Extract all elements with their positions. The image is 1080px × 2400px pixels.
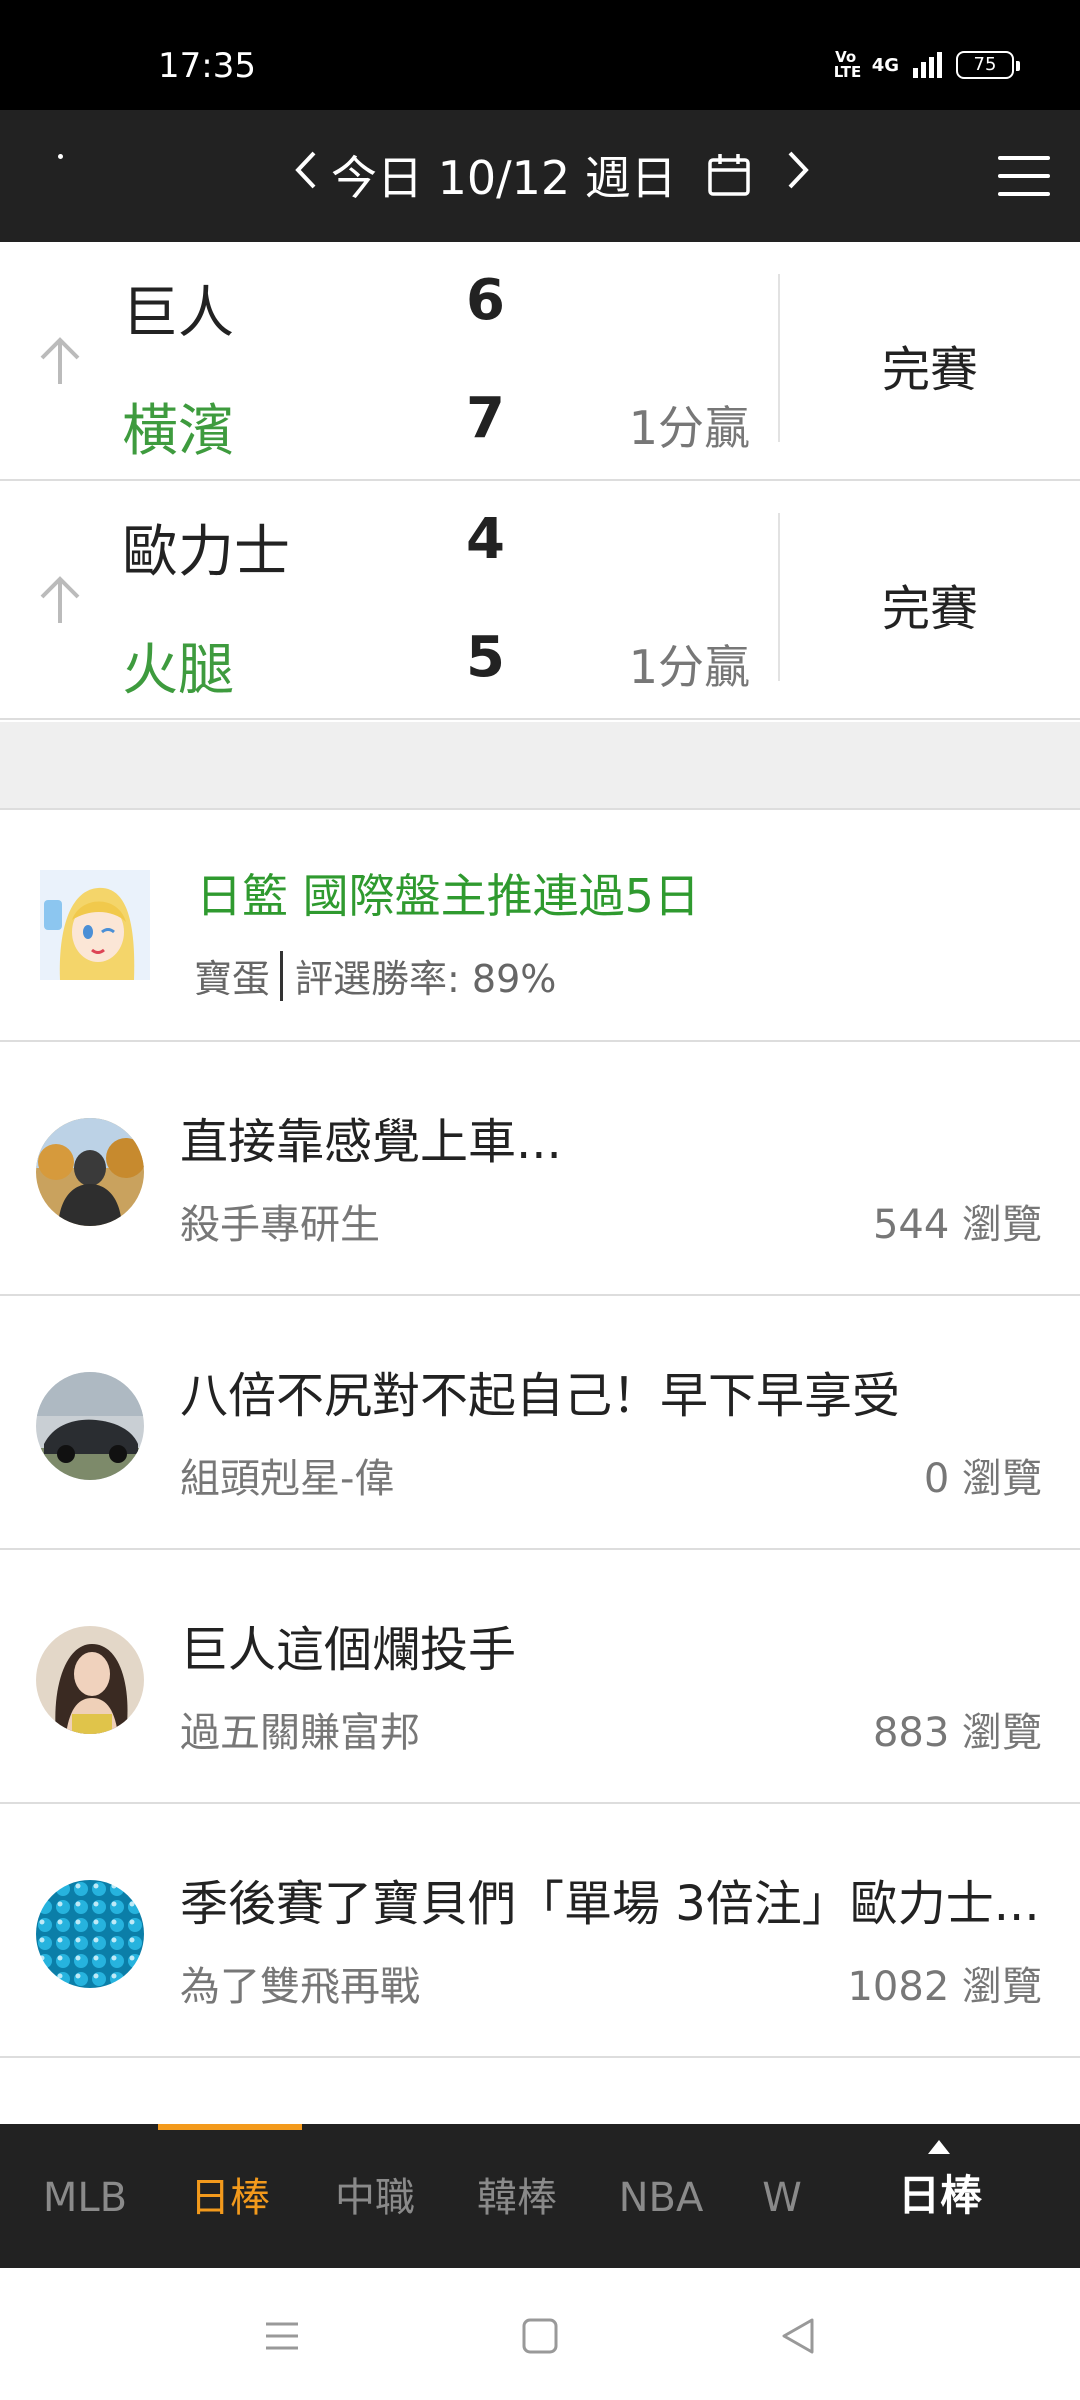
post-author: 過五關賺富邦 [180,1710,420,1756]
meta-divider [280,950,284,1001]
home-button[interactable] [510,2308,570,2364]
featured-title: 日籃 國際盤主推連過5日 [196,869,700,923]
network-type: 4G [871,54,899,76]
list-item[interactable]: 八倍不尻對不起自己！早下早享受 組頭剋星-偉 0 瀏覽 [0,1296,1080,1550]
featured-win-rate: 評選勝率: 89% [295,957,557,1001]
recent-apps-button[interactable] [252,2308,312,2364]
home-team: 火腿 [122,638,234,703]
game-status: 完賽 [881,342,978,398]
post-views: 1082 瀏覽 [847,1964,1042,2010]
post-author: 組頭剋星-偉 [180,1456,395,1502]
chevron-right-icon [788,151,809,188]
square-icon [522,2318,558,2354]
tab-npb[interactable]: 日棒 [158,2124,302,2268]
away-team: 歐力士 [122,520,290,585]
featured-post[interactable]: 日籃 國際盤主推連過5日 寶蛋 評選勝率: 89% [0,810,1080,1042]
list-item[interactable]: 巨人這個爛投手 過五關賺富邦 883 瀏覽 [0,1550,1080,1804]
list-item[interactable]: 季後賽了寶貝們「單場 3倍注」歐力士... 為了雙飛再戰 1082 瀏覽 [0,1804,1080,2058]
battery-icon: 75 [956,51,1020,79]
status-bar: 17:35 Vo LTE 4G 75 [0,0,1080,110]
date-label[interactable]: 今日 10/12 週日 [331,142,677,208]
post-views: 0 瀏覽 [923,1456,1042,1502]
post-author: 殺手專研生 [180,1202,380,1248]
tab-cpbl[interactable]: 中職 [306,2124,444,2268]
signal-icon [913,52,942,78]
post-title: 八倍不尻對不起自己！早下早享受 [180,1368,901,1424]
arrow-up-icon [40,337,80,384]
away-score: 6 [466,268,505,333]
home-score: 5 [466,625,505,690]
post-author: 為了雙飛再戰 [180,1964,420,2010]
menu-lines-icon [266,2322,298,2350]
tab-nba[interactable]: NBA [592,2124,730,2268]
win-margin: 1分贏 [628,401,750,455]
back-button[interactable] [768,2308,828,2364]
current-league-selector[interactable]: 日棒 [880,2124,1000,2268]
arrow-up-icon [40,576,80,623]
list-item[interactable]: 直接靠感覺上車... 殺手專研生 544 瀏覽 [0,1042,1080,1296]
status-time: 17:35 [158,46,256,86]
tab-w[interactable]: W [734,2124,830,2268]
avatar [36,1626,144,1734]
header-dot [58,154,63,159]
featured-author: 寶蛋 [194,957,271,1001]
featured-meta: 寶蛋 評選勝率: 89% [194,948,556,1003]
date-navigator: 今日 10/12 週日 [285,140,819,210]
status-icons: Vo LTE 4G 75 [833,48,1020,81]
tab-kbo[interactable]: 韓棒 [448,2124,586,2268]
back-triangle-icon [782,2318,814,2354]
app-header: 今日 10/12 週日 [0,110,1080,242]
calendar-icon[interactable] [699,145,759,205]
avatar [36,1372,144,1480]
avatar [36,1880,144,1988]
post-title: 巨人這個爛投手 [180,1622,517,1678]
game-row[interactable]: 歐力士 4 火腿 5 1分贏 完賽 [0,481,1080,720]
tab-mlb[interactable]: MLB [20,2124,150,2268]
hamburger-menu-icon[interactable] [998,156,1050,196]
away-score: 4 [466,507,505,572]
current-league-label: 日棒 [897,2171,982,2220]
away-team: 巨人 [122,281,234,346]
section-separator [0,722,1080,810]
game-list: 巨人 6 橫濱 7 1分贏 完賽 歐力士 4 火腿 5 1分贏 完賽 [0,242,1080,720]
post-views: 544 瀏覽 [872,1202,1042,1248]
post-title: 直接靠感覺上車... [180,1114,562,1170]
post-list: 直接靠感覺上車... 殺手專研生 544 瀏覽 八倍不尻對不起自己！早下早享受 … [0,1042,1080,2058]
win-margin: 1分贏 [628,640,750,694]
game-status: 完賽 [881,581,978,637]
triangle-up-icon [928,2140,950,2154]
volte-icon: Vo LTE [833,48,862,81]
home-score: 7 [466,386,505,451]
system-nav-bar [0,2268,1080,2400]
home-team: 橫濱 [122,399,234,464]
next-day-button[interactable] [779,147,819,204]
prev-day-button[interactable] [285,147,325,204]
game-row[interactable]: 巨人 6 橫濱 7 1分贏 完賽 [0,242,1080,481]
league-tab-bar: MLB 日棒 中職 韓棒 NBA W 日棒 [0,2124,1080,2268]
featured-avatar [40,870,150,980]
chevron-left-icon [295,151,316,188]
post-views: 883 瀏覽 [872,1710,1042,1756]
post-title: 季後賽了寶貝們「單場 3倍注」歐力士... [180,1876,1040,1932]
avatar [36,1118,144,1226]
